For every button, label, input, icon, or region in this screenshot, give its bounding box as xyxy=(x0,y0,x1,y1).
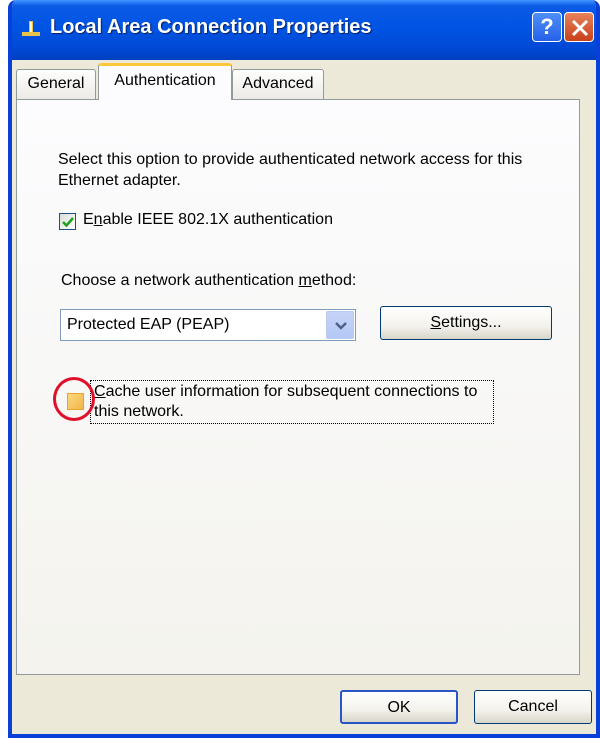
close-icon xyxy=(571,19,589,37)
tab-authentication[interactable]: Authentication xyxy=(98,63,232,100)
choose-label-accesskey: m xyxy=(298,272,312,289)
auth-method-dropdown[interactable]: Protected EAP (PEAP) xyxy=(60,309,356,341)
chevron-down-icon xyxy=(335,322,347,330)
tab-general[interactable]: General xyxy=(16,69,96,99)
cache-label-accesskey: C xyxy=(94,383,106,400)
dropdown-arrow-button[interactable] xyxy=(326,311,354,339)
close-button[interactable] xyxy=(564,12,594,42)
annotation-circle xyxy=(53,377,95,421)
choose-label-rest: ethod: xyxy=(311,272,357,289)
help-icon: ? xyxy=(540,14,554,39)
choose-label-part: Choose a network authentication xyxy=(61,272,299,289)
enable-label-part: E xyxy=(83,211,94,228)
settings-button[interactable]: Settings... xyxy=(380,306,552,340)
title-bar[interactable]: Local Area Connection Properties ? xyxy=(12,0,596,60)
settings-accesskey: S xyxy=(430,314,442,331)
enable-8021x-checkbox[interactable] xyxy=(59,213,76,230)
tab-advanced[interactable]: Advanced xyxy=(232,69,324,99)
settings-label: ettings... xyxy=(441,314,502,331)
auth-method-selected: Protected EAP (PEAP) xyxy=(67,316,230,333)
enable-8021x-label[interactable]: Enable IEEE 802.1X authentication xyxy=(83,211,333,229)
cache-user-info-label[interactable]: Cache user information for subsequent co… xyxy=(94,382,494,422)
cache-label-text: ache user information for subsequent con… xyxy=(94,383,478,420)
description-text: Select this option to provide authentica… xyxy=(58,151,523,189)
enable-label-accesskey: n xyxy=(93,211,103,228)
checkmark-icon xyxy=(62,217,74,228)
cancel-button[interactable]: Cancel xyxy=(474,690,592,724)
enable-label-rest: able IEEE 802.1X authentication xyxy=(102,211,333,228)
network-connection-icon xyxy=(22,21,40,36)
window-title: Local Area Connection Properties xyxy=(50,16,372,38)
auth-method-label: Choose a network authentication method: xyxy=(61,272,356,290)
help-button[interactable]: ? xyxy=(532,12,562,42)
ok-button[interactable]: OK xyxy=(340,690,458,724)
